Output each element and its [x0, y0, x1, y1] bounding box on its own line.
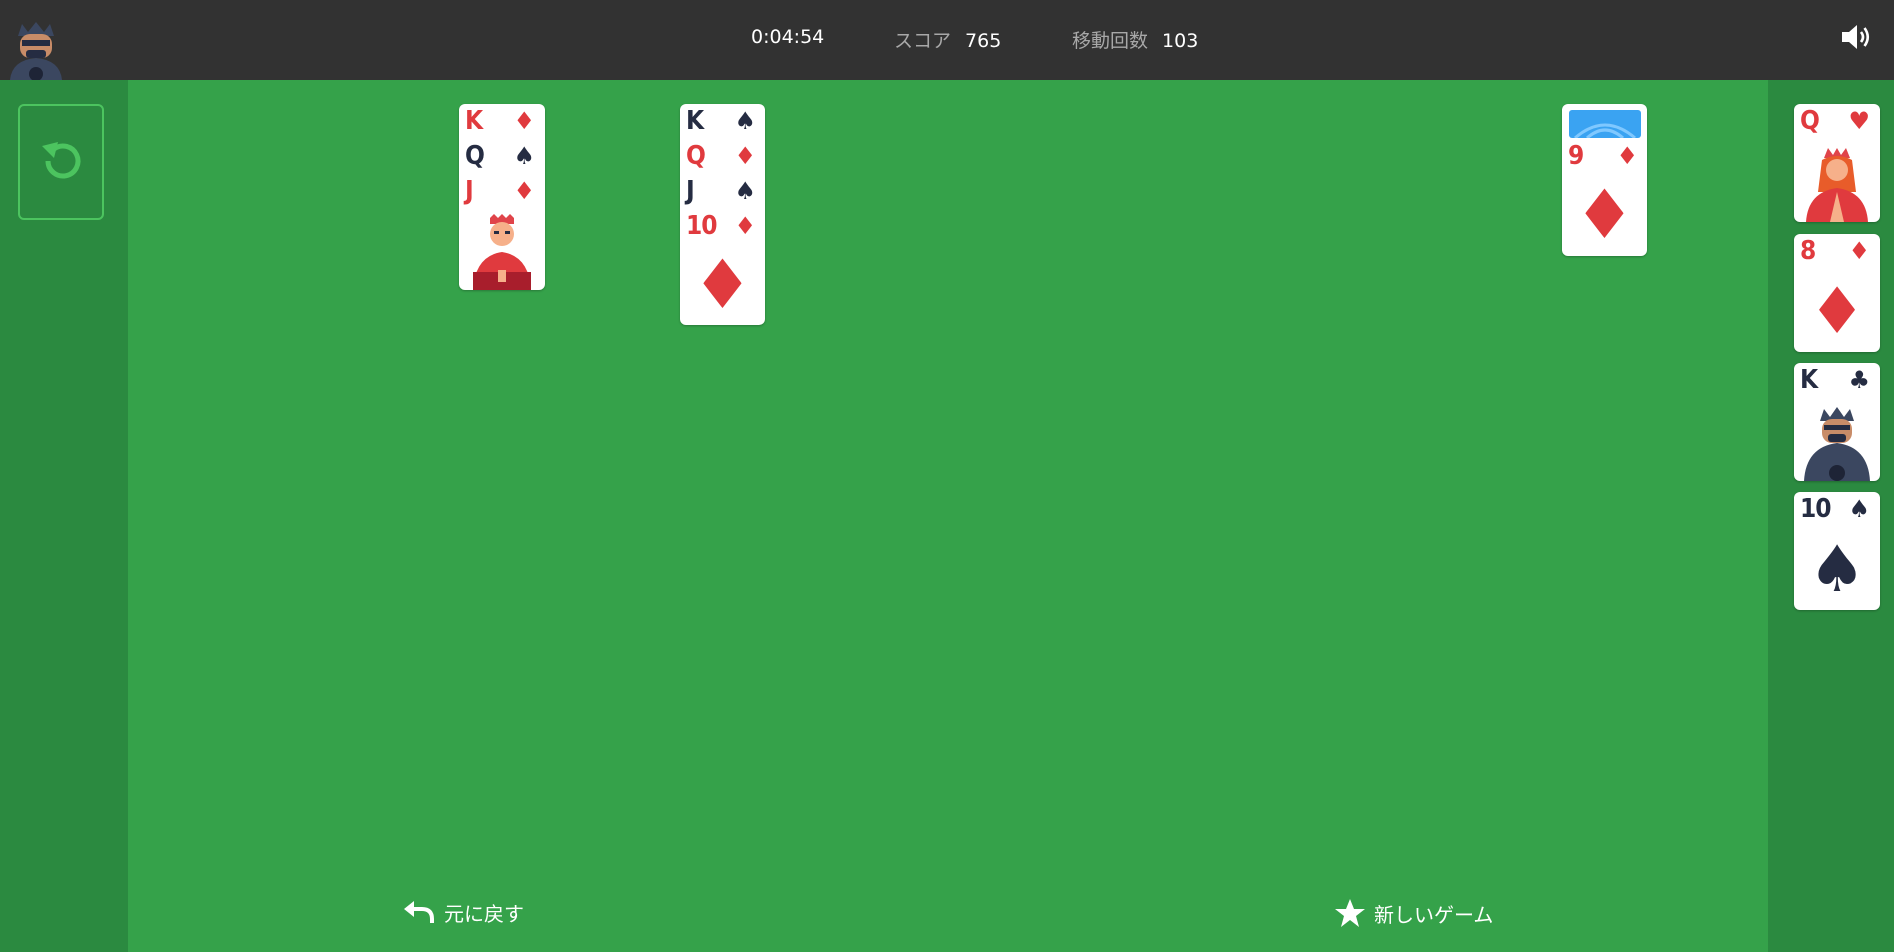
score-label: スコア — [894, 30, 952, 52]
jack-figure-icon — [473, 214, 531, 290]
tableau-pile-1[interactable]: K ♦ Q ♠ J ♦ — [459, 104, 545, 290]
card-rank: Q — [465, 141, 485, 171]
card-rank: 10 — [686, 211, 718, 241]
card-rank: 10 — [1800, 494, 1832, 524]
foundation-clubs[interactable]: K ♣ — [1794, 363, 1880, 481]
card-queen-diamonds[interactable]: Q ♦ — [686, 141, 760, 171]
card-rank: K — [465, 106, 483, 136]
heart-icon: ♥ — [1848, 107, 1870, 135]
diamond-icon: ♦ — [1616, 142, 1638, 170]
foundation-hearts[interactable]: Q ♥ — [1794, 104, 1880, 222]
undo-icon — [404, 900, 434, 923]
card-nine-diamonds[interactable]: 9 ♦ — [1568, 141, 1642, 171]
card-rank: J — [686, 176, 695, 206]
diamond-icon: ♦ — [1808, 275, 1866, 349]
card-ten-spades: 10 ♠ — [1800, 494, 1874, 524]
diamond-icon: ♦ — [1848, 237, 1870, 265]
foundation-diamonds[interactable]: 8 ♦ ♦ — [1794, 234, 1880, 352]
spade-icon: ♠ — [1848, 495, 1870, 523]
queen-figure-icon — [1806, 148, 1868, 222]
card-rank: K — [1800, 365, 1818, 395]
moves-value: 103 — [1162, 30, 1199, 52]
card-king-spades[interactable]: K ♠ — [686, 106, 760, 136]
moves-label: 移動回数 — [1072, 30, 1149, 52]
star-icon — [1335, 899, 1365, 927]
club-icon: ♣ — [1848, 366, 1870, 394]
card-rank: 9 — [1568, 141, 1584, 171]
card-rank: 8 — [1800, 236, 1816, 266]
diamond-icon: ♦ — [1574, 176, 1635, 255]
top-bar: 0:04:54 スコア 765 移動回数 103 — [0, 0, 1894, 80]
score-value: 765 — [965, 30, 1002, 52]
spade-icon: ♠ — [734, 177, 756, 205]
stock-pile[interactable] — [18, 104, 104, 220]
spade-icon: ♠ — [734, 107, 756, 135]
card-back — [1569, 110, 1641, 138]
new-game-button[interactable]: 新しいゲーム — [1334, 898, 1493, 928]
diamond-icon: ♦ — [513, 107, 535, 135]
foundation-spades[interactable]: 10 ♠ ♠ — [1794, 492, 1880, 610]
card-rank: K — [686, 106, 704, 136]
king-avatar-icon[interactable] — [8, 18, 64, 80]
card-queen-spades[interactable]: Q ♠ — [465, 141, 539, 171]
new-game-label: 新しいゲーム — [1374, 902, 1494, 927]
speaker-icon[interactable] — [1840, 22, 1874, 52]
score-display: スコア 765 — [894, 26, 1001, 53]
card-jack-diamonds[interactable]: J ♦ — [465, 176, 539, 206]
moves-display: 移動回数 103 — [1072, 26, 1198, 53]
card-eight-diamonds: 8 ♦ — [1800, 236, 1874, 266]
undo-label: 元に戻す — [444, 902, 524, 926]
card-queen-hearts: Q ♥ — [1800, 106, 1874, 136]
diamond-icon: ♦ — [692, 246, 753, 325]
spade-icon: ♠ — [1808, 533, 1866, 607]
card-king-clubs: K ♣ — [1800, 365, 1874, 395]
tableau-pile-3[interactable]: 9 ♦ ♦ — [1562, 104, 1647, 256]
card-rank: Q — [1800, 106, 1820, 136]
tableau-pile-2[interactable]: K ♠ Q ♦ J ♠ 10 ♦ ♦ — [680, 104, 765, 325]
card-ten-diamonds[interactable]: 10 ♦ — [686, 211, 760, 241]
card-rank: J — [465, 176, 474, 206]
diamond-icon: ♦ — [734, 142, 756, 170]
card-king-diamonds[interactable]: K ♦ — [465, 106, 539, 136]
timer: 0:04:54 — [751, 26, 825, 48]
king-figure-icon — [1804, 407, 1870, 481]
refresh-icon — [42, 142, 81, 179]
diamond-icon: ♦ — [734, 212, 756, 240]
diamond-icon: ♦ — [513, 177, 535, 205]
spade-icon: ♠ — [513, 142, 535, 170]
card-jack-spades[interactable]: J ♠ — [686, 176, 760, 206]
card-rank: Q — [686, 141, 706, 171]
undo-button[interactable]: 元に戻す — [402, 898, 524, 927]
